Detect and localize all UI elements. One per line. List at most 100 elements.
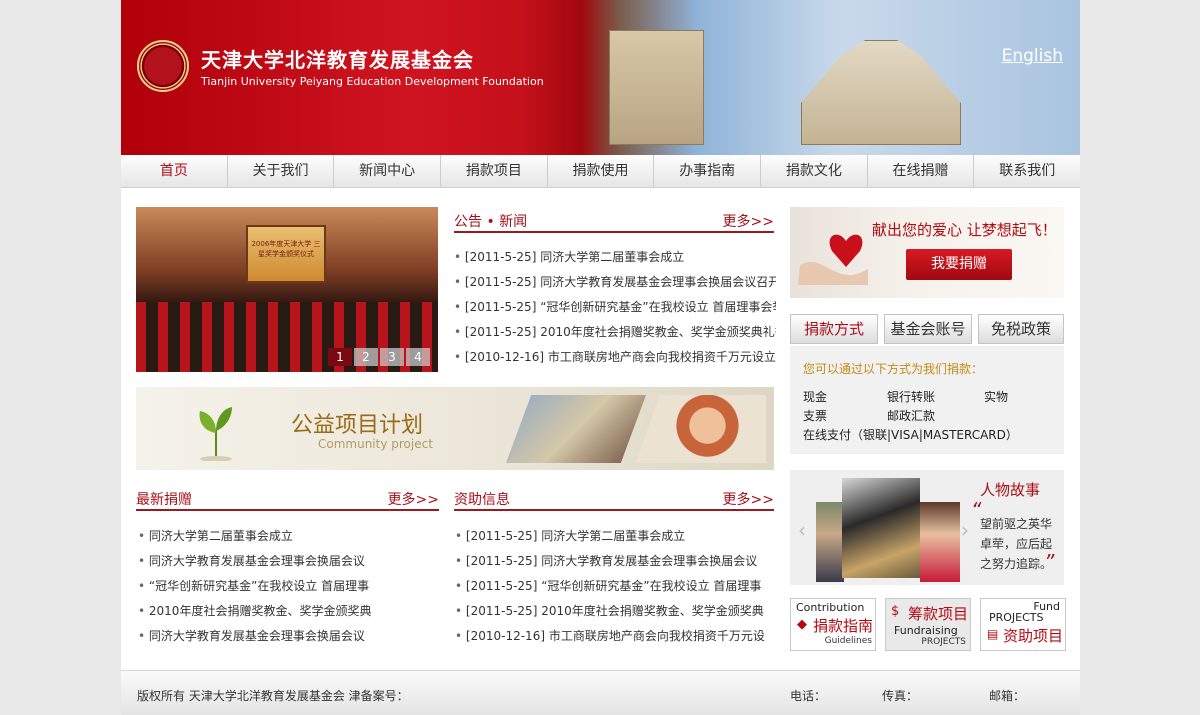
english-version-link[interactable]: English (1002, 46, 1063, 66)
people-story-panel: ‹ › 人物故事 “ 望前驱之英华卓荦，应后起之努力追踪。 ” (790, 470, 1064, 585)
latest-donations-header: 最新捐赠 更多>> (136, 487, 439, 511)
nav-item-online-donate[interactable]: 在线捐赠 (868, 155, 975, 187)
news-more-link[interactable]: 更多>> (723, 211, 774, 231)
fundraising-en-top: Fundraising (894, 624, 958, 637)
donation-item[interactable]: 同济大学教育发展基金会理事会换届会议 (138, 624, 438, 649)
chevron-left-icon[interactable]: ‹ (798, 518, 806, 542)
guide-cn: 捐款指南 (813, 617, 874, 635)
funding-item[interactable]: [2011-5-25] “冠华创新研究基金”在我校设立 首届理事 (455, 574, 775, 599)
donate-panel: 献出您的爱心 让梦想起飞！ 我要捐赠 (790, 207, 1064, 298)
donation-item[interactable]: “冠华创新研究基金”在我校设立 首届理事 (138, 574, 438, 599)
news-item[interactable]: [2011-5-25] 2010年度社会捐赠奖教金、奖学金颁奖典礼举 (454, 320, 776, 345)
news-title: 公告 • 新闻 (454, 214, 528, 230)
main-building-image (801, 40, 961, 145)
footer-copyright: 版权所有 天津大学北洋教育发展基金会 津备案号： (137, 689, 409, 703)
classroom-photo (506, 395, 646, 463)
news-item[interactable]: [2010-12-16] 市工商联房地产商会向我校捐资千万元设立助 (454, 345, 776, 370)
fund-cn: 资助项目 (1003, 627, 1064, 645)
community-title-cn: 公益项目计划 (291, 413, 424, 438)
community-title-en: Community project (318, 437, 433, 451)
fund-en-mid: PROJECTS (989, 611, 1044, 624)
news-item[interactable]: [2011-5-25] 同济大学第二届董事会成立 (454, 245, 776, 270)
funding-info-title: 资助信息 (454, 492, 510, 508)
payment-intro: 您可以通过以下方式为我们捐款： (803, 362, 984, 376)
donation-item[interactable]: 2010年度社会捐赠奖教金、奖学金颁奖典 (138, 599, 438, 624)
nav-item-contact[interactable]: 联系我们 (974, 155, 1080, 187)
dollar-icon: $ (891, 604, 900, 619)
nav-item-donation-projects[interactable]: 捐款项目 (441, 155, 548, 187)
tab-donation-methods[interactable]: 捐款方式 (790, 314, 878, 344)
site-title-cn: 天津大学北洋教育发展基金会 (201, 48, 474, 72)
contribution-guide-link[interactable]: Contribution ◆ 捐款指南 Guidelines (790, 598, 876, 651)
chevron-right-icon[interactable]: › (961, 518, 969, 542)
guide-en-top: Contribution (796, 601, 865, 614)
slide-button-1[interactable]: 1 (328, 348, 352, 366)
latest-donations-title: 最新捐赠 (136, 492, 192, 508)
fundraising-en-bottom: PROJECTS (921, 637, 966, 647)
person-photo-2[interactable] (842, 478, 920, 578)
payment-option-bank-transfer: 银行转账 (887, 390, 936, 404)
gate-building-image (609, 30, 704, 145)
tab-foundation-account[interactable]: 基金会账号 (884, 314, 972, 344)
fundraising-projects-link[interactable]: $ 筹款项目 Fundraising PROJECTS (885, 598, 971, 651)
child-photo (636, 395, 766, 463)
footer: 版权所有 天津大学北洋教育发展基金会 津备案号： 电话： 传真： 邮箱： (121, 670, 1080, 715)
footer-fax: 传真： (882, 689, 919, 703)
donation-item[interactable]: 同济大学教育发展基金会理事会换届会议 (138, 549, 438, 574)
payment-option-cash: 现金 (803, 390, 828, 404)
nav-item-donation-culture[interactable]: 捐款文化 (761, 155, 868, 187)
funding-item[interactable]: [2011-5-25] 同济大学第二届董事会成立 (455, 524, 775, 549)
fund-projects-link[interactable]: Fund PROJECTS ▤ 资助项目 (980, 598, 1066, 651)
sprout-icon (199, 407, 232, 461)
funding-info-more-link[interactable]: 更多>> (723, 489, 774, 509)
slide-button-3[interactable]: 3 (380, 348, 404, 366)
news-item[interactable]: [2011-5-25] “冠华创新研究基金”在我校设立 首届理事会举 (454, 295, 776, 320)
community-project-banner[interactable]: 公益项目计划 Community project (136, 387, 774, 470)
university-seal-logo[interactable] (137, 40, 189, 92)
news-item[interactable]: [2011-5-25] 同济大学教育发展基金会理事会换届会议召开 (454, 270, 776, 295)
funding-item[interactable]: [2011-5-25] 2010年度社会捐赠奖教金、奖学金颁奖典 (455, 599, 775, 624)
slide-button-2[interactable]: 2 (354, 348, 378, 366)
news-header: 公告 • 新闻 更多>> (454, 209, 774, 233)
news-list: [2011-5-25] 同济大学第二届董事会成立 [2011-5-25] 同济大… (454, 245, 776, 370)
payment-panel: 您可以通过以下方式为我们捐款： 现金 银行转账 实物 支票 邮政汇款 在线支付（… (790, 346, 1064, 454)
slide-pager: 1 2 3 4 (328, 348, 430, 366)
news-slideshow[interactable]: 2006年度天津大学 三星奖学金颁奖仪式 1 2 3 4 (136, 207, 438, 372)
person-photo-1[interactable] (816, 502, 844, 582)
payment-option-in-kind: 实物 (984, 390, 1009, 404)
page: 天津大学北洋教育发展基金会 Tianjin University Peiyang… (121, 0, 1080, 715)
main-nav: 首页 关于我们 新闻中心 捐款项目 捐款使用 办事指南 捐款文化 在线捐赠 联系… (121, 155, 1080, 188)
person-photo-3[interactable] (920, 502, 960, 582)
nav-item-news[interactable]: 新闻中心 (334, 155, 442, 187)
payment-option-check: 支票 (803, 409, 828, 423)
latest-donations-more-link[interactable]: 更多>> (388, 489, 439, 509)
funding-info-list: [2011-5-25] 同济大学第二届董事会成立 [2011-5-25] 同济大… (455, 524, 775, 649)
nav-item-home[interactable]: 首页 (121, 155, 228, 187)
handshake-icon: ◆ (797, 617, 807, 632)
fundraising-cn: 筹款项目 (908, 605, 969, 623)
screen-caption: 2006年度天津大学 三星奖学金颁奖仪式 (251, 240, 321, 258)
payment-option-postal: 邮政汇款 (887, 409, 936, 423)
donate-button[interactable]: 我要捐赠 (906, 249, 1012, 280)
header-banner: 天津大学北洋教育发展基金会 Tianjin University Peiyang… (121, 0, 1080, 155)
payment-tabs: 捐款方式 基金会账号 免税政策 (790, 314, 1064, 348)
donate-slogan: 献出您的爱心 让梦想起飞！ (872, 221, 1057, 239)
nav-item-about[interactable]: 关于我们 (228, 155, 335, 187)
close-quote-icon: ” (1044, 550, 1055, 574)
people-story-title: 人物故事 (980, 481, 1041, 499)
nav-item-guide[interactable]: 办事指南 (654, 155, 762, 187)
hands-heart-icon (798, 234, 868, 285)
latest-donations-list: 同济大学第二届董事会成立 同济大学教育发展基金会理事会换届会议 “冠华创新研究基… (138, 524, 438, 649)
funding-item[interactable]: [2010-12-16] 市工商联房地产商会向我校捐资千万元设 (455, 624, 775, 649)
site-title-en: Tianjin University Peiyang Education Dev… (201, 75, 544, 88)
donation-item[interactable]: 同济大学第二届董事会成立 (138, 524, 438, 549)
document-icon: ▤ (987, 627, 999, 641)
guide-en-bottom: Guidelines (824, 636, 872, 646)
nav-item-donation-use[interactable]: 捐款使用 (548, 155, 655, 187)
footer-email: 邮箱： (989, 689, 1026, 703)
funding-info-header: 资助信息 更多>> (454, 487, 774, 511)
funding-item[interactable]: [2011-5-25] 同济大学教育发展基金会理事会换届会议 (455, 549, 775, 574)
payment-option-online: 在线支付（银联|VISA|MASTERCARD） (803, 428, 1018, 442)
slide-button-4[interactable]: 4 (406, 348, 430, 366)
tab-tax-exemption[interactable]: 免税政策 (978, 314, 1064, 344)
